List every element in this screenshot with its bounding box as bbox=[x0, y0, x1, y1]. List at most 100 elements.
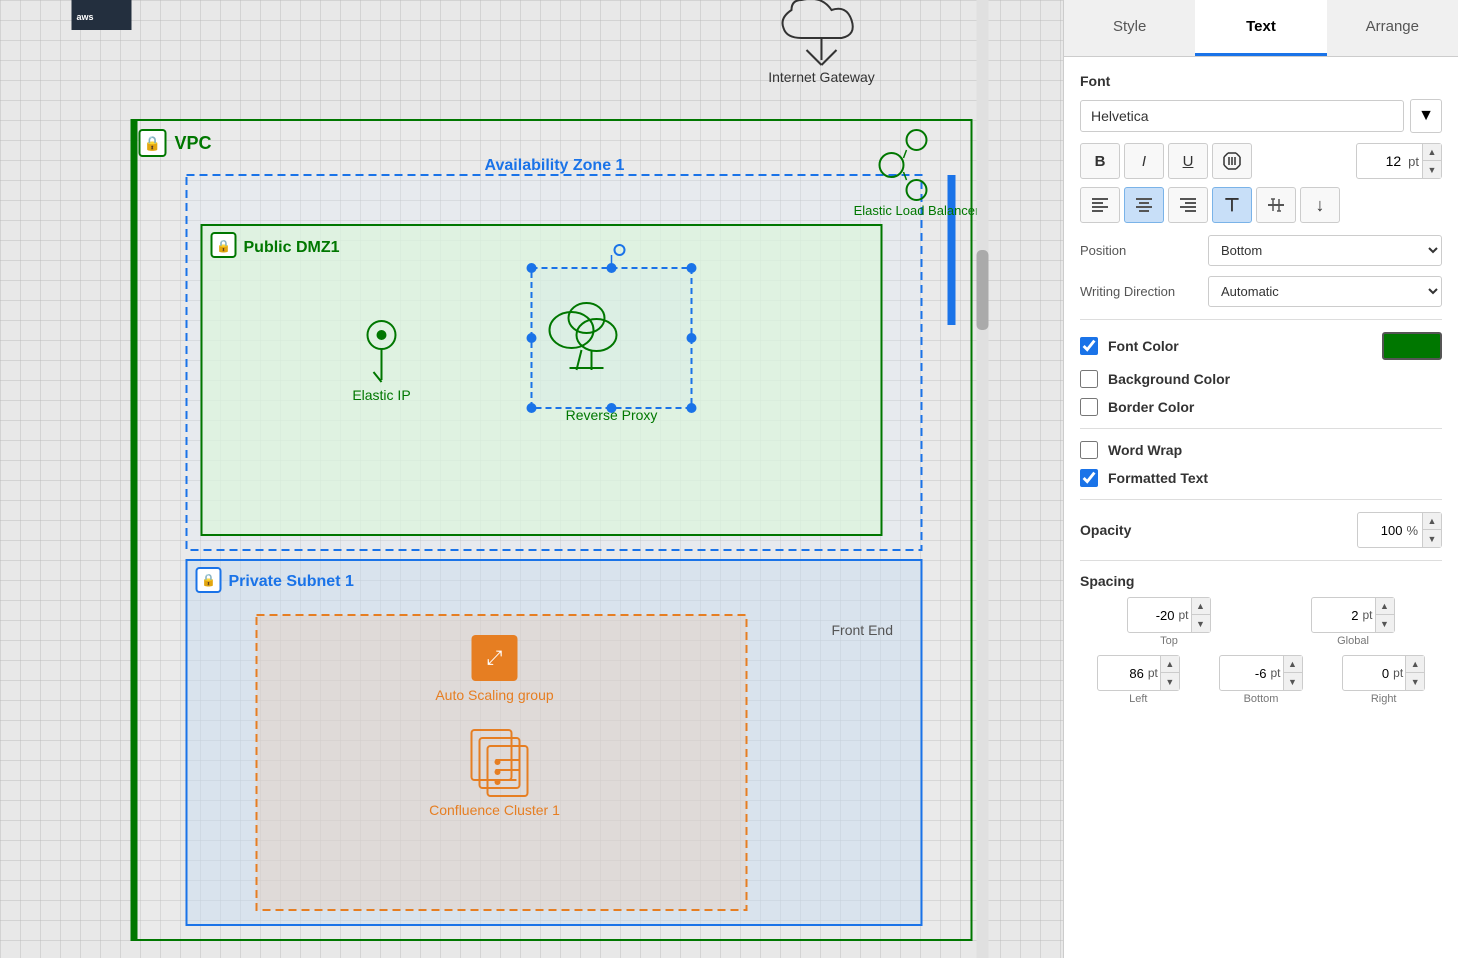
font-color-row: Font Color bbox=[1080, 332, 1442, 360]
tab-text[interactable]: Text bbox=[1195, 0, 1326, 56]
position-select[interactable]: Bottom Top Left Right Center bbox=[1208, 235, 1442, 266]
spacing-right-item: pt ▲ ▼ Right bbox=[1325, 655, 1442, 705]
internet-gateway: Internet Gateway bbox=[768, 0, 875, 85]
spacing-top-up[interactable]: ▲ bbox=[1192, 598, 1210, 615]
elastic-ip-label: Elastic IP bbox=[352, 387, 410, 403]
valign-bottom-button[interactable]: ↓ bbox=[1300, 187, 1340, 223]
underline-button[interactable]: U bbox=[1168, 143, 1208, 179]
spacing-bottom-up[interactable]: ▲ bbox=[1284, 656, 1302, 673]
public-dmz-label: Public DMZ1 bbox=[244, 239, 340, 256]
align-left-icon bbox=[1089, 194, 1111, 216]
spacing-left-group: pt ▲ ▼ bbox=[1097, 655, 1180, 691]
font-color-swatch[interactable] bbox=[1382, 332, 1442, 360]
spacing-right-input[interactable] bbox=[1343, 662, 1393, 685]
font-color-label[interactable]: Font Color bbox=[1108, 338, 1179, 354]
elastic-lb-label: Elastic Load Balancer bbox=[854, 203, 980, 218]
writing-direction-select[interactable]: Automatic Left to Right Right to Left bbox=[1208, 276, 1442, 307]
spacing-left-input[interactable] bbox=[1098, 662, 1148, 685]
formatted-text-checkbox[interactable] bbox=[1080, 469, 1098, 487]
align-right-icon bbox=[1177, 194, 1199, 216]
spacing-global-up[interactable]: ▲ bbox=[1376, 598, 1394, 615]
spacing-left-up[interactable]: ▲ bbox=[1161, 656, 1179, 673]
divider-4 bbox=[1080, 560, 1442, 561]
spacing-top-group: pt ▲ ▼ bbox=[1127, 597, 1210, 633]
spacing-bottom-down[interactable]: ▼ bbox=[1284, 673, 1302, 690]
panel-tabs: Style Text Arrange bbox=[1064, 0, 1458, 57]
valign-middle-button[interactable] bbox=[1256, 187, 1296, 223]
spacing-left-unit: pt bbox=[1148, 666, 1160, 680]
align-left-button[interactable] bbox=[1080, 187, 1120, 223]
svg-text:🔒: 🔒 bbox=[201, 573, 216, 587]
spacing-top-row: pt ▲ ▼ Top pt ▲ ▼ bbox=[1080, 597, 1442, 647]
right-panel: Style Text Arrange Font ▼ B I U bbox=[1063, 0, 1458, 958]
svg-text:🔒: 🔒 bbox=[144, 135, 161, 152]
align-center-icon bbox=[1133, 194, 1155, 216]
spacing-global-unit: pt bbox=[1362, 608, 1374, 622]
format-row-1: B I U bbox=[1080, 143, 1442, 179]
divider-1 bbox=[1080, 319, 1442, 320]
bold-button[interactable]: B bbox=[1080, 143, 1120, 179]
reverse-proxy[interactable]: Reverse Proxy bbox=[527, 245, 697, 423]
reverse-proxy-label: Reverse Proxy bbox=[566, 407, 658, 423]
border-color-row: Border Color bbox=[1080, 398, 1442, 416]
align-center-button[interactable] bbox=[1124, 187, 1164, 223]
confluence-label: Confluence Cluster 1 bbox=[429, 802, 560, 818]
spacing-global-spinners: ▲ ▼ bbox=[1375, 598, 1394, 632]
spacing-top-input[interactable] bbox=[1128, 604, 1178, 627]
spacing-global-input[interactable] bbox=[1312, 604, 1362, 627]
strikethrough-icon bbox=[1221, 150, 1243, 172]
panel-content: Font ▼ B I U bbox=[1064, 57, 1458, 958]
writing-direction-row: Writing Direction Automatic Left to Righ… bbox=[1080, 276, 1442, 307]
spacing-top-unit: pt bbox=[1178, 608, 1190, 622]
font-color-checkbox[interactable] bbox=[1080, 337, 1098, 355]
spacing-bottom-row: pt ▲ ▼ Left pt ▲ ▼ bbox=[1080, 655, 1442, 705]
background-color-label[interactable]: Background Color bbox=[1108, 371, 1230, 387]
auto-scaling-label: Auto Scaling group bbox=[435, 687, 554, 703]
font-size-down[interactable]: ▼ bbox=[1423, 161, 1441, 178]
border-color-label[interactable]: Border Color bbox=[1108, 399, 1194, 415]
canvas[interactable]: aws Internet Gateway 🔒 VPC Availability … bbox=[0, 0, 1063, 958]
svg-text:aws: aws bbox=[77, 12, 94, 22]
spacing-left-down[interactable]: ▼ bbox=[1161, 673, 1179, 690]
italic-button[interactable]: I bbox=[1124, 143, 1164, 179]
spacing-global-group: pt ▲ ▼ bbox=[1311, 597, 1394, 633]
font-size-input[interactable] bbox=[1357, 149, 1405, 173]
border-color-checkbox[interactable] bbox=[1080, 398, 1098, 416]
spacing-right-up[interactable]: ▲ bbox=[1406, 656, 1424, 673]
font-input[interactable] bbox=[1080, 100, 1404, 132]
spacing-right-unit: pt bbox=[1393, 666, 1405, 680]
opacity-up[interactable]: ▲ bbox=[1423, 513, 1441, 530]
opacity-input[interactable] bbox=[1358, 519, 1406, 542]
spacing-right-label: Right bbox=[1371, 693, 1397, 705]
dropdown-icon: ▼ bbox=[1418, 107, 1434, 125]
divider-2 bbox=[1080, 428, 1442, 429]
svg-text:⤢: ⤢ bbox=[487, 647, 503, 669]
spacing-top-spinners: ▲ ▼ bbox=[1191, 598, 1210, 632]
spacing-top-down[interactable]: ▼ bbox=[1192, 615, 1210, 632]
spacing-global-down[interactable]: ▼ bbox=[1376, 615, 1394, 632]
word-wrap-checkbox[interactable] bbox=[1080, 441, 1098, 459]
tab-style[interactable]: Style bbox=[1064, 0, 1195, 56]
position-row: Position Bottom Top Left Right Center bbox=[1080, 235, 1442, 266]
font-dropdown-btn[interactable]: ▼ bbox=[1410, 99, 1442, 133]
strikethrough-button[interactable] bbox=[1212, 143, 1252, 179]
spacing-bottom-input[interactable] bbox=[1220, 662, 1270, 685]
background-color-checkbox[interactable] bbox=[1080, 370, 1098, 388]
valign-top-button[interactable]: ⊤ bbox=[1212, 187, 1252, 223]
divider-3 bbox=[1080, 499, 1442, 500]
spacing-right-down[interactable]: ▼ bbox=[1406, 673, 1424, 690]
spacing-left-item: pt ▲ ▼ Left bbox=[1080, 655, 1197, 705]
formatted-text-label[interactable]: Formatted Text bbox=[1108, 470, 1208, 486]
vpc-label: VPC bbox=[175, 133, 212, 153]
opacity-down[interactable]: ▼ bbox=[1423, 530, 1441, 547]
font-size-up[interactable]: ▲ bbox=[1423, 144, 1441, 161]
opacity-unit: % bbox=[1406, 523, 1422, 538]
spacing-bottom-item: pt ▲ ▼ Bottom bbox=[1203, 655, 1320, 705]
formatted-text-row: Formatted Text bbox=[1080, 469, 1442, 487]
opacity-row: Opacity % ▲ ▼ bbox=[1080, 512, 1442, 548]
word-wrap-label[interactable]: Word Wrap bbox=[1108, 442, 1182, 458]
align-right-button[interactable] bbox=[1168, 187, 1208, 223]
tab-arrange[interactable]: Arrange bbox=[1327, 0, 1458, 56]
spacing-bottom-group: pt ▲ ▼ bbox=[1219, 655, 1302, 691]
spacing-left-label: Left bbox=[1129, 693, 1147, 705]
